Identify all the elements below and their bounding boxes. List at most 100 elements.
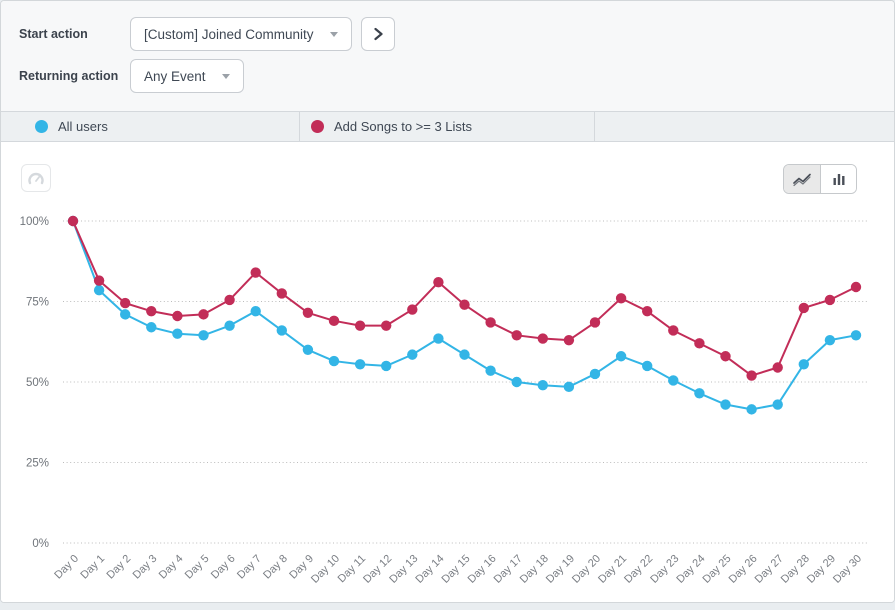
bar-chart-toggle-button[interactable] [820,165,856,193]
data-point[interactable] [407,349,417,359]
data-point[interactable] [381,320,391,330]
data-point[interactable] [590,369,600,379]
data-point[interactable] [668,325,678,335]
x-tick-label: Day 15 [439,553,472,586]
data-point[interactable] [616,293,626,303]
data-point[interactable] [851,330,861,340]
x-tick-label: Day 23 [648,553,681,586]
retention-report-panel: Start action [Custom] Joined Community R… [0,0,895,603]
x-tick-label: Day 30 [831,553,864,586]
returning-action-dropdown[interactable]: Any Event [130,59,244,93]
data-point[interactable] [642,361,652,371]
data-point[interactable] [799,359,809,369]
data-point[interactable] [564,335,574,345]
expand-start-action-button[interactable] [361,17,395,51]
series-dot-all-users [35,120,48,133]
data-point[interactable] [120,309,130,319]
data-point[interactable] [407,304,417,314]
data-point[interactable] [459,300,469,310]
x-tick-label: Day 12 [361,553,394,586]
data-point[interactable] [485,366,495,376]
returning-action-value: Any Event [144,69,206,84]
data-point[interactable] [642,306,652,316]
legend-empty-cell [595,112,894,141]
x-tick-label: Day 0 [52,553,81,582]
legend-bar: All users Add Songs to >= 3 Lists [1,111,894,142]
start-action-dropdown[interactable]: [Custom] Joined Community [130,17,352,51]
data-point[interactable] [825,295,835,305]
data-point[interactable] [459,349,469,359]
x-tick-label: Day 6 [209,553,238,582]
bar-chart-icon [830,170,848,188]
data-point[interactable] [251,306,261,316]
data-point[interactable] [329,356,339,366]
returning-action-label: Returning action [19,69,130,83]
data-point[interactable] [720,351,730,361]
data-point[interactable] [172,329,182,339]
data-point[interactable] [538,333,548,343]
data-point[interactable] [94,285,104,295]
x-tick-label: Day 28 [779,553,812,586]
data-point[interactable] [94,275,104,285]
data-point[interactable] [433,333,443,343]
data-point[interactable] [303,308,313,318]
y-tick-label: 0% [32,538,49,550]
data-point[interactable] [668,375,678,385]
data-point[interactable] [277,288,287,298]
legend-item-add-songs[interactable]: Add Songs to >= 3 Lists [300,112,595,141]
data-point[interactable] [68,216,78,226]
legend-label: Add Songs to >= 3 Lists [334,119,472,134]
data-point[interactable] [512,330,522,340]
data-point[interactable] [277,325,287,335]
data-point[interactable] [773,399,783,409]
x-tick-label: Day 26 [727,553,760,586]
data-point[interactable] [720,399,730,409]
gauge-button[interactable] [21,164,51,192]
data-point[interactable] [224,320,234,330]
data-point[interactable] [381,361,391,371]
data-point[interactable] [120,298,130,308]
data-point[interactable] [851,282,861,292]
data-point[interactable] [538,380,548,390]
data-point[interactable] [694,388,704,398]
data-point[interactable] [251,267,261,277]
line-chart-toggle-button[interactable] [784,165,820,193]
data-point[interactable] [746,404,756,414]
chart-panel: 100%75%50%25%0%Day 0Day 1Day 2Day 3Day 4… [1,142,894,603]
data-point[interactable] [512,377,522,387]
retention-line-chart[interactable]: 100%75%50%25%0%Day 0Day 1Day 2Day 3Day 4… [1,142,895,603]
data-point[interactable] [224,295,234,305]
data-point[interactable] [773,362,783,372]
data-point[interactable] [564,382,574,392]
data-point[interactable] [590,317,600,327]
data-point[interactable] [355,359,365,369]
data-point[interactable] [146,322,156,332]
data-point[interactable] [825,335,835,345]
data-point[interactable] [329,316,339,326]
caret-down-icon [330,32,338,37]
gauge-icon [27,170,45,186]
data-point[interactable] [616,351,626,361]
x-tick-label: Day 24 [674,553,707,586]
data-point[interactable] [694,338,704,348]
legend-item-all-users[interactable]: All users [1,112,300,141]
data-point[interactable] [799,303,809,313]
x-tick-label: Day 29 [805,553,838,586]
data-point[interactable] [198,330,208,340]
x-tick-label: Day 17 [492,553,525,586]
x-tick-label: Day 2 [105,553,134,582]
data-point[interactable] [198,309,208,319]
x-tick-label: Day 7 [235,553,264,582]
data-point[interactable] [355,320,365,330]
x-tick-label: Day 8 [261,553,290,582]
data-point[interactable] [485,317,495,327]
y-tick-label: 75% [26,297,49,309]
data-point[interactable] [172,311,182,321]
start-action-value: [Custom] Joined Community [144,27,314,42]
x-tick-label: Day 22 [622,553,655,586]
data-point[interactable] [146,306,156,316]
data-point[interactable] [303,345,313,355]
data-point[interactable] [433,277,443,287]
y-tick-label: 100% [20,216,49,228]
data-point[interactable] [746,370,756,380]
